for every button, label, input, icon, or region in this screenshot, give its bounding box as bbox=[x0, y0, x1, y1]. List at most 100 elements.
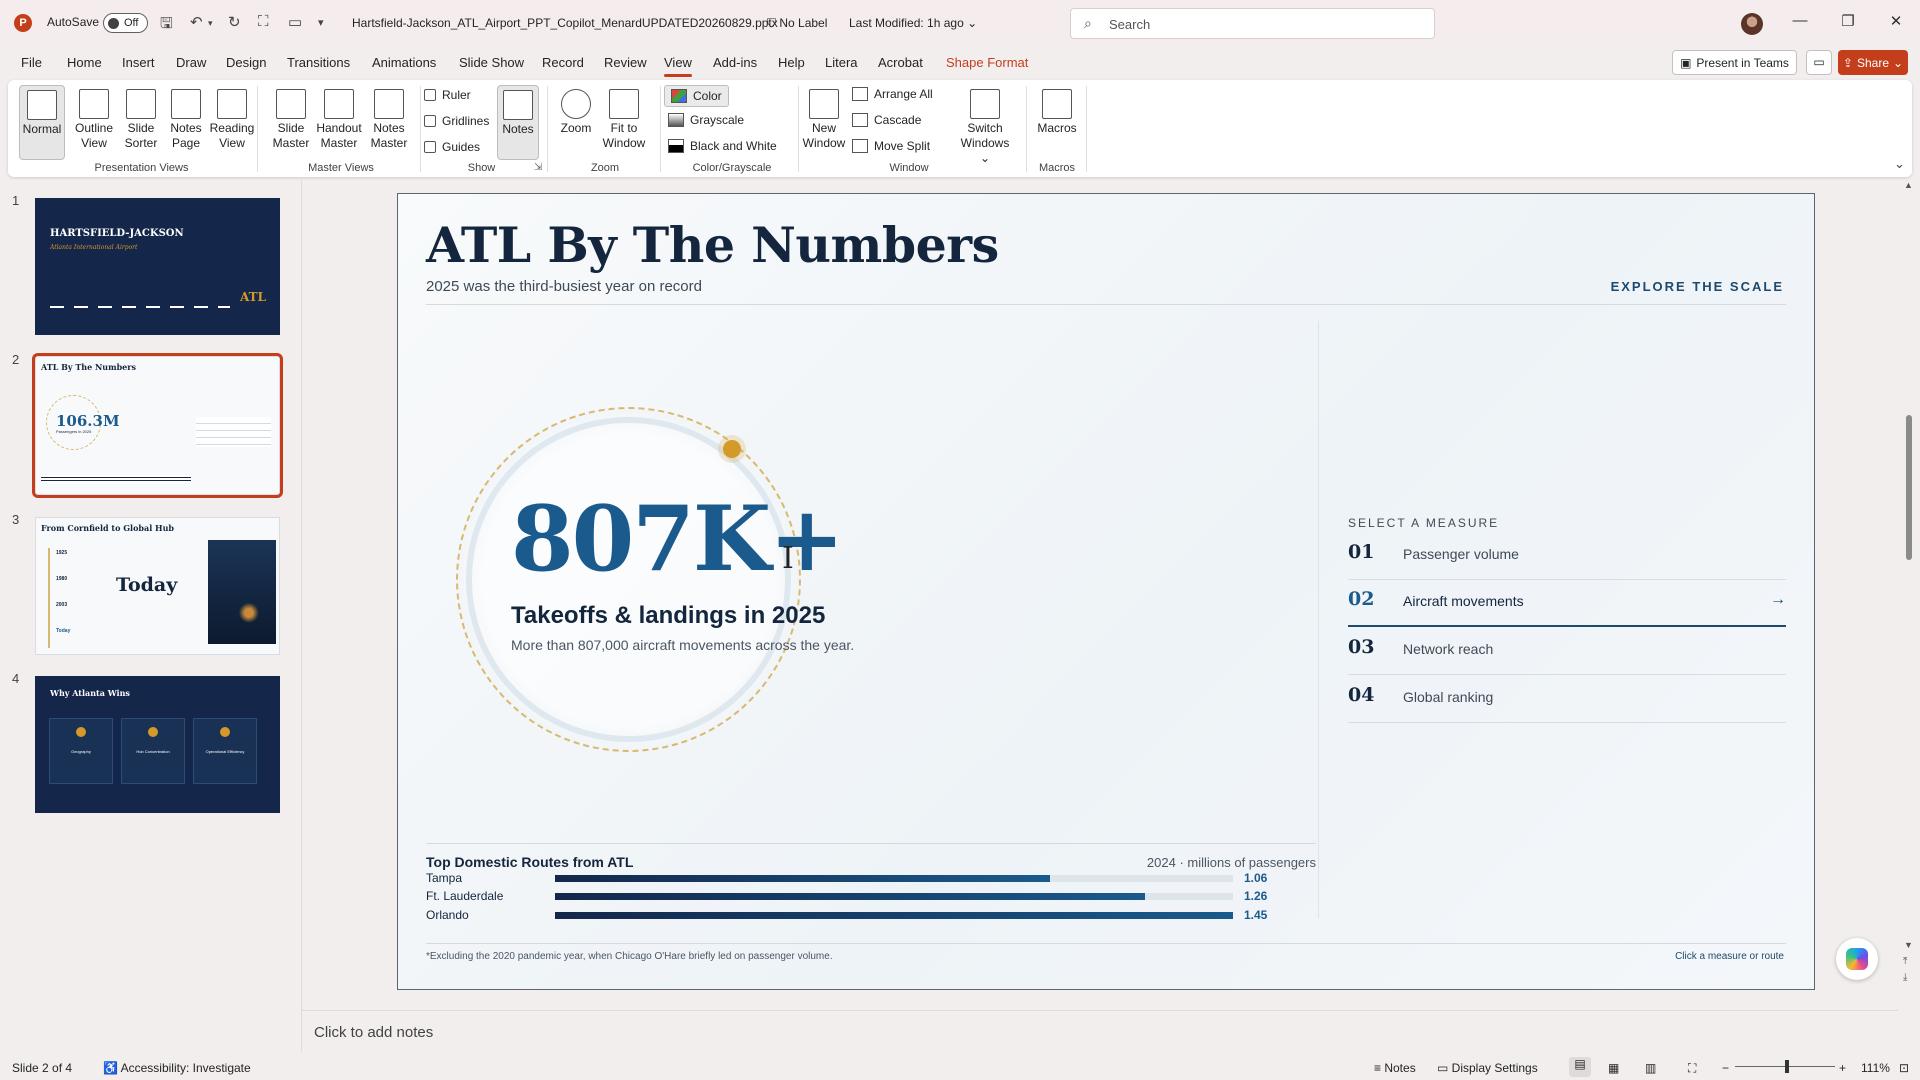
black-and-white-button[interactable]: Black and White bbox=[668, 139, 777, 153]
copilot-button[interactable] bbox=[1836, 938, 1878, 980]
tab-slide-show[interactable]: Slide Show bbox=[459, 55, 524, 70]
route-row[interactable]: Orlando 1.45 bbox=[426, 908, 1286, 924]
slide-master-button[interactable]: Slide Master bbox=[266, 85, 316, 151]
metric-label[interactable]: Takeoffs & landings in 2025 bbox=[511, 602, 825, 630]
measure-item-aircraft-movements[interactable]: 02 Aircraft movements → bbox=[1348, 580, 1786, 627]
close-icon[interactable]: ✕ bbox=[1886, 12, 1906, 30]
last-modified[interactable]: Last Modified: 1h ago ⌄ bbox=[849, 16, 977, 30]
slide-canvas[interactable]: ATL By The Numbers 2025 was the third-bu… bbox=[397, 193, 1815, 990]
slide-title[interactable]: ATL By The Numbers bbox=[426, 216, 999, 274]
sensitivity-label[interactable]: ⛉ No Label bbox=[767, 16, 827, 31]
tab-draw[interactable]: Draw bbox=[176, 55, 206, 70]
tab-litera[interactable]: Litera bbox=[825, 55, 858, 70]
slide-subtitle[interactable]: 2025 was the third-busiest year on recor… bbox=[426, 278, 702, 295]
notes-pane[interactable]: Click to add notes bbox=[302, 1010, 1898, 1054]
slide-sorter-button[interactable]: Slide Sorter bbox=[118, 85, 164, 151]
zoom-in-icon[interactable]: + bbox=[1839, 1061, 1846, 1075]
slide-thumbnail-3[interactable]: From Cornfield to Global Hub 1925 1980 2… bbox=[35, 517, 280, 655]
ruler-checkbox[interactable]: Ruler bbox=[424, 88, 471, 102]
present-in-teams-button[interactable]: ▣ Present in Teams bbox=[1672, 50, 1797, 75]
accessibility-status[interactable]: ♿ Accessibility: Investigate bbox=[103, 1061, 251, 1075]
normal-view-status-icon[interactable]: ▤ bbox=[1569, 1057, 1591, 1077]
tab-acrobat[interactable]: Acrobat bbox=[878, 55, 923, 70]
vertical-scrollbar[interactable]: ▲ ▼ ⤒ ⤓ bbox=[1898, 180, 1920, 1010]
document-filename[interactable]: Hartsfield-Jackson_ATL_Airport_PPT_Copil… bbox=[352, 16, 778, 30]
share-button[interactable]: ⇪ Share ⌄ bbox=[1838, 50, 1908, 75]
grayscale-button[interactable]: Grayscale bbox=[668, 113, 744, 127]
scroll-down-icon[interactable]: ▼ bbox=[1904, 940, 1913, 950]
save-icon[interactable]: 🖫 bbox=[160, 13, 173, 38]
move-split-button[interactable]: Move Split bbox=[852, 139, 930, 153]
metric-description[interactable]: More than 807,000 aircraft movements acr… bbox=[511, 637, 854, 653]
slide-thumbnail-1[interactable]: HARTSFIELD-JACKSON Atlanta International… bbox=[35, 198, 280, 335]
explore-label[interactable]: EXPLORE THE SCALE bbox=[1611, 279, 1784, 294]
tab-transitions[interactable]: Transitions bbox=[287, 55, 350, 70]
fit-to-window-button[interactable]: Fit to Window bbox=[599, 85, 649, 151]
route-row[interactable]: Tampa 1.06 bbox=[426, 871, 1286, 887]
tab-view[interactable]: View bbox=[664, 55, 692, 77]
switch-windows-button[interactable]: Switch Windows ⌄ bbox=[956, 85, 1014, 166]
slideshow-status-icon[interactable]: ⛶ bbox=[1688, 1061, 1696, 1076]
user-avatar[interactable] bbox=[1741, 13, 1763, 35]
display-settings-button[interactable]: ▭ Display Settings bbox=[1437, 1061, 1538, 1075]
measure-item-passenger-volume[interactable]: 01 Passenger volume bbox=[1348, 533, 1786, 580]
tab-file[interactable]: File bbox=[21, 55, 42, 70]
reading-view-status-icon[interactable]: ▥ bbox=[1645, 1061, 1656, 1075]
notes-status-button[interactable]: ≡ Notes bbox=[1374, 1061, 1416, 1075]
handout-master-button[interactable]: Handout Master bbox=[311, 85, 367, 151]
zoom-level[interactable]: 111% bbox=[1861, 1061, 1890, 1075]
new-window-button[interactable]: New Window bbox=[800, 85, 848, 151]
route-row[interactable]: Ft. Lauderdale 1.26 bbox=[426, 889, 1286, 905]
normal-view-button[interactable]: Normal bbox=[19, 85, 65, 160]
scroll-up-icon[interactable]: ▲ bbox=[1904, 180, 1913, 190]
undo-icon[interactable]: ↶ bbox=[190, 13, 203, 31]
thumb-card-title: Operational Efficiency bbox=[205, 749, 245, 754]
cascade-button[interactable]: Cascade bbox=[852, 113, 921, 127]
previous-slide-icon[interactable]: ⤒ bbox=[1903, 956, 1907, 967]
fit-slide-icon[interactable]: ⊡ bbox=[1899, 1061, 1909, 1075]
macros-button[interactable]: Macros bbox=[1034, 85, 1080, 136]
tab-design[interactable]: Design bbox=[226, 55, 266, 70]
minimize-icon[interactable]: — bbox=[1790, 12, 1810, 29]
tab-record[interactable]: Record bbox=[542, 55, 584, 70]
outline-view-button[interactable]: Outline View bbox=[68, 85, 120, 151]
slide-thumbnail-2[interactable]: ATL By The Numbers 106.3M Passengers in … bbox=[32, 353, 283, 498]
tab-review[interactable]: Review bbox=[604, 55, 647, 70]
redo-icon[interactable]: ↻ bbox=[228, 13, 241, 31]
undo-dropdown-icon[interactable]: ▾ bbox=[208, 18, 213, 29]
comments-button[interactable]: ▭ bbox=[1806, 50, 1832, 75]
tab-add-ins[interactable]: Add-ins bbox=[713, 55, 757, 70]
slide-sorter-status-icon[interactable]: ▦ bbox=[1608, 1061, 1619, 1075]
tab-help[interactable]: Help bbox=[778, 55, 805, 70]
autosave-toggle[interactable]: Off bbox=[103, 13, 148, 33]
tab-insert[interactable]: Insert bbox=[122, 55, 155, 70]
restore-icon[interactable]: ❐ bbox=[1838, 12, 1858, 30]
notes-master-button[interactable]: Notes Master bbox=[364, 85, 414, 151]
arrange-all-button[interactable]: Arrange All bbox=[852, 87, 933, 101]
measure-item-network-reach[interactable]: 03 Network reach bbox=[1348, 628, 1786, 675]
gridlines-checkbox[interactable]: Gridlines bbox=[424, 114, 489, 128]
reading-view-button[interactable]: Reading View bbox=[204, 85, 260, 151]
tab-home[interactable]: Home bbox=[67, 55, 102, 70]
color-button[interactable]: Color bbox=[664, 85, 729, 107]
notes-page-button[interactable]: Notes Page bbox=[163, 85, 209, 151]
search-box[interactable]: ⌕ Search bbox=[1070, 8, 1435, 39]
notes-toggle-button[interactable]: Notes bbox=[497, 85, 539, 160]
metric-value[interactable]: 807K+ bbox=[511, 486, 844, 592]
dialog-launcher-icon[interactable]: ⇲ bbox=[534, 162, 542, 173]
next-slide-icon[interactable]: ⤓ bbox=[1903, 972, 1907, 983]
ribbon-separator bbox=[1086, 86, 1087, 172]
customize-qat-icon[interactable]: ▾ bbox=[318, 16, 324, 29]
present-from-start-icon[interactable]: ⛶ bbox=[258, 13, 269, 30]
collapse-ribbon-icon[interactable]: ⌄ bbox=[1894, 156, 1905, 172]
guides-checkbox[interactable]: Guides bbox=[424, 140, 480, 154]
zoom-slider-thumb[interactable] bbox=[1785, 1060, 1789, 1073]
measure-item-global-ranking[interactable]: 04 Global ranking bbox=[1348, 676, 1786, 723]
scrollbar-thumb[interactable] bbox=[1906, 415, 1912, 560]
tab-shape-format[interactable]: Shape Format bbox=[946, 55, 1028, 70]
tab-animations[interactable]: Animations bbox=[372, 55, 436, 70]
zoom-button[interactable]: Zoom bbox=[556, 85, 596, 136]
screen-capture-icon[interactable]: ▭ bbox=[288, 13, 302, 31]
slide-thumbnail-4[interactable]: Why Atlanta Wins Geography Hub Concentra… bbox=[35, 676, 280, 813]
zoom-out-icon[interactable]: − bbox=[1722, 1061, 1729, 1075]
